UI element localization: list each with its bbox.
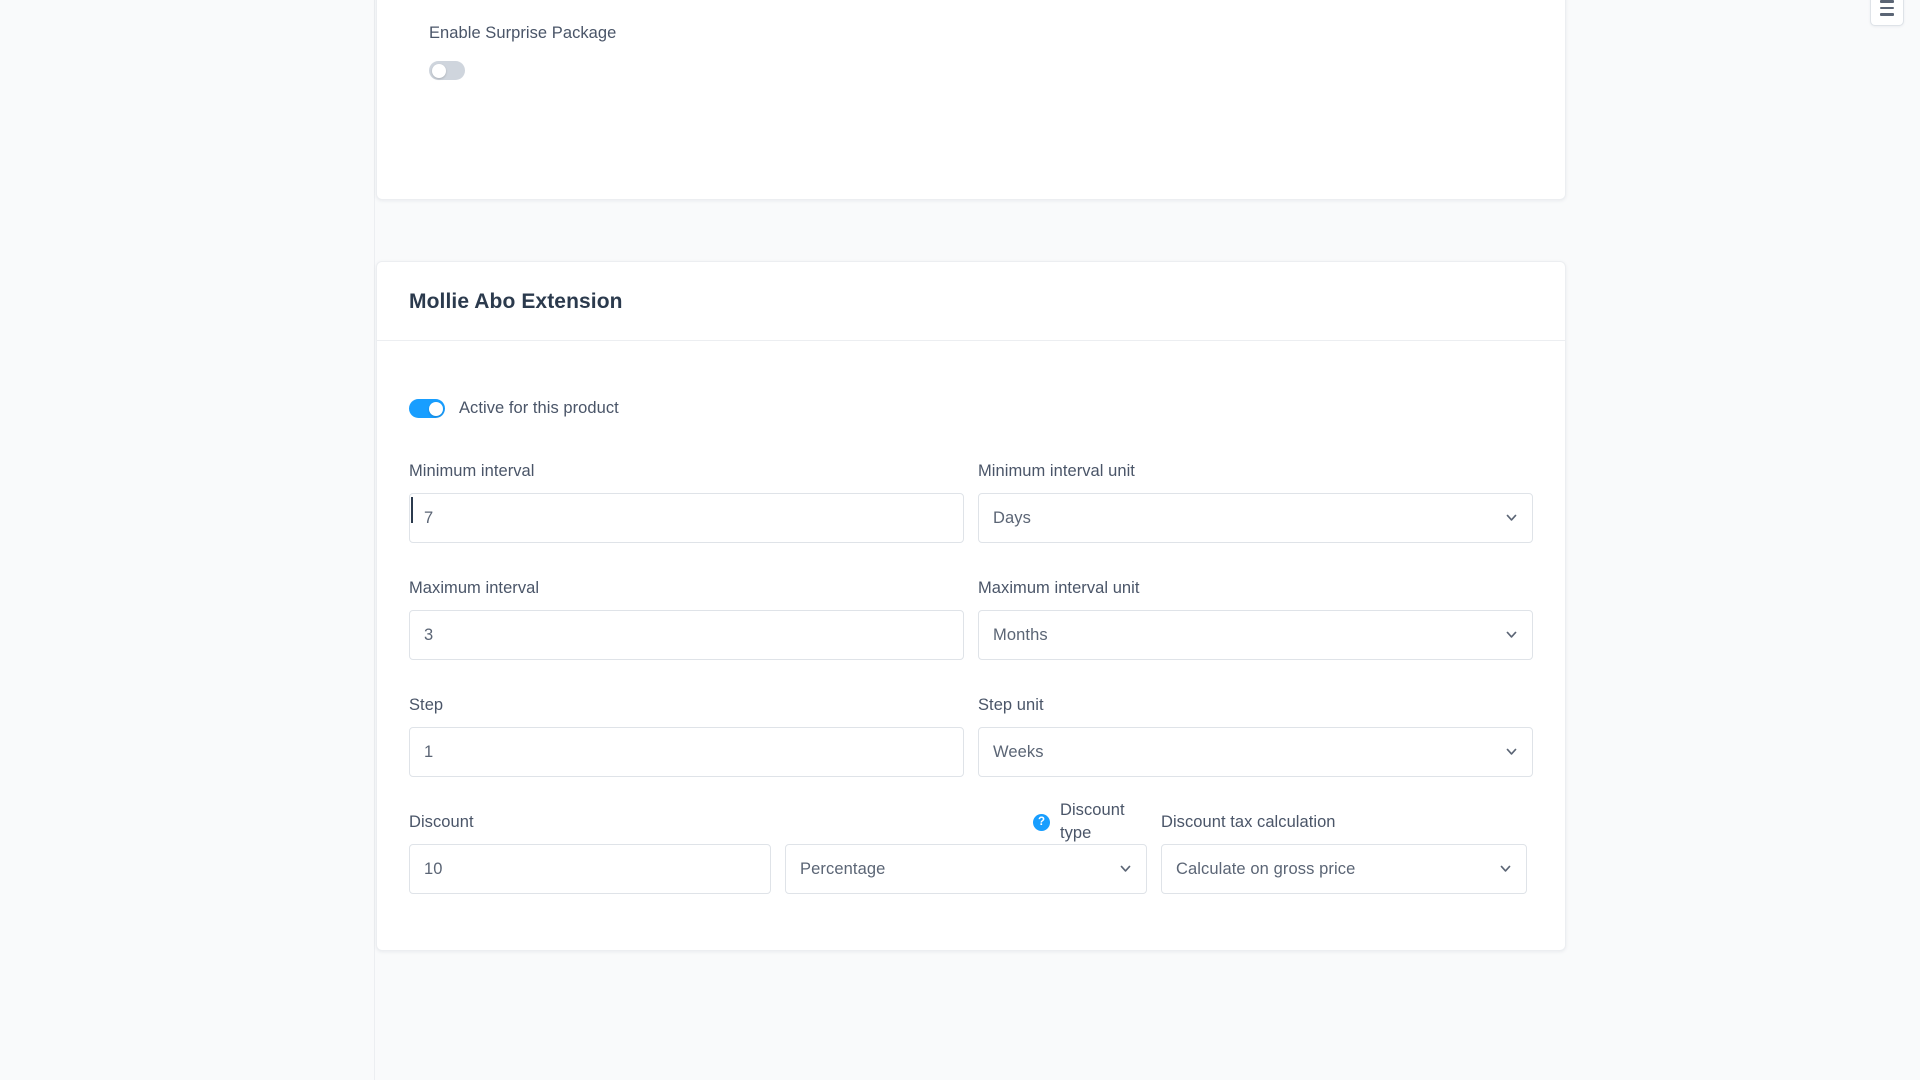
surprise-package-card: Surprise Package Heavy Duty Bottle Bottl… <box>376 0 1566 200</box>
discount-row: Discount 10 ? Discount type Percentage D… <box>409 801 1533 895</box>
step-group: Step 1 <box>409 694 964 778</box>
minimum-interval-value: 7 <box>424 508 434 527</box>
step-unit-select[interactable]: Weeks <box>978 727 1533 778</box>
chevron-down-icon <box>1505 628 1518 641</box>
discount-tax-calculation-select[interactable]: Calculate on gross price <box>1161 844 1527 895</box>
list-menu-icon-button[interactable] <box>1870 0 1904 26</box>
label-line: Step <box>409 694 964 716</box>
discount-input[interactable]: 10 <box>409 844 771 895</box>
discount-group: Discount 10 <box>409 811 771 895</box>
toggle-knob <box>431 63 446 78</box>
label-line: Minimum interval <box>409 460 964 482</box>
mollie-abo-extension-card: Mollie Abo Extension Active for this pro… <box>376 261 1566 952</box>
minimum-interval-row: Minimum interval 7 Minimum interval unit… <box>409 460 1533 544</box>
page-root: Surprise Package Heavy Duty Bottle Bottl… <box>0 0 1920 1080</box>
step-value: 1 <box>424 742 434 761</box>
maximum-interval-row: Maximum interval 3 Maximum interval unit… <box>409 577 1533 661</box>
label-line: Discount <box>409 811 771 833</box>
minimum-interval-label: Minimum interval <box>409 461 535 480</box>
text-caret <box>411 497 413 524</box>
list-menu-icon-bar <box>1880 0 1894 3</box>
step-input[interactable]: 1 <box>409 727 964 778</box>
page-title: Mollie Abo Extension <box>409 290 623 313</box>
step-unit-value: Weeks <box>993 742 1044 761</box>
active-for-product-toggle[interactable] <box>409 399 445 419</box>
discount-label: Discount <box>409 812 474 831</box>
discount-tax-calculation-group: Discount tax calculation Calculate on gr… <box>1161 811 1527 895</box>
maximum-interval-unit-group: Maximum interval unit Months <box>978 577 1533 661</box>
label-line: Minimum interval unit <box>978 460 1533 482</box>
maximum-interval-label: Maximum interval <box>409 578 540 597</box>
discount-type-value: Percentage <box>800 859 886 878</box>
enable-surprise-package-row <box>429 61 1513 81</box>
active-for-product-row: Active for this product <box>409 397 1533 420</box>
minimum-interval-group: Minimum interval 7 <box>409 460 964 544</box>
maximum-interval-input[interactable]: 3 <box>409 610 964 661</box>
help-circle-icon[interactable]: ? <box>1033 813 1050 831</box>
list-menu-icon-bar <box>1880 6 1894 10</box>
label-line: Maximum interval unit <box>978 577 1533 599</box>
chevron-down-icon <box>1505 511 1518 524</box>
enable-surprise-package-label: Enable Surprise Package <box>429 24 617 42</box>
minimum-interval-unit-select[interactable]: Days <box>978 493 1533 544</box>
chevron-down-icon <box>1505 745 1518 758</box>
toggle-knob <box>428 401 443 416</box>
step-unit-label: Step unit <box>978 695 1044 714</box>
label-line: ? Discount type <box>785 801 1147 842</box>
minimum-interval-unit-label: Minimum interval unit <box>978 461 1135 480</box>
list-menu-icon-bar <box>1880 13 1894 16</box>
chevron-down-icon <box>1499 862 1512 875</box>
discount-tax-calculation-label: Discount tax calculation <box>1161 812 1336 831</box>
enable-surprise-package-toggle[interactable] <box>429 61 465 81</box>
minimum-interval-input[interactable]: 7 <box>409 493 964 544</box>
active-for-product-label: Active for this product <box>459 399 619 417</box>
maximum-interval-unit-select[interactable]: Months <box>978 610 1533 661</box>
label-line: Step unit <box>978 694 1533 716</box>
step-label: Step <box>409 695 444 714</box>
step-unit-group: Step unit Weeks <box>978 694 1533 778</box>
label-line: Discount tax calculation <box>1161 811 1527 833</box>
label-line: Maximum interval <box>409 577 964 599</box>
minimum-interval-unit-group: Minimum interval unit Days <box>978 460 1533 544</box>
discount-type-select[interactable]: Percentage <box>785 844 1147 895</box>
right-gutter <box>1566 0 1920 1080</box>
chevron-down-icon <box>1119 862 1132 875</box>
card-header: Mollie Abo Extension <box>377 262 1565 341</box>
left-gutter <box>0 0 375 1080</box>
step-row: Step 1 Step unit Weeks <box>409 694 1533 778</box>
surprise-package-body: Enable Surprise Package <box>377 0 1565 81</box>
discount-type-group: ? Discount type Percentage <box>785 801 1147 895</box>
maximum-interval-value: 3 <box>424 625 434 644</box>
minimum-interval-unit-value: Days <box>993 508 1031 527</box>
discount-tax-calculation-value: Calculate on gross price <box>1176 859 1356 878</box>
maximum-interval-group: Maximum interval 3 <box>409 577 964 661</box>
content-column: Surprise Package Heavy Duty Bottle Bottl… <box>376 0 1566 952</box>
maximum-interval-unit-value: Months <box>993 625 1048 644</box>
discount-type-label: Discount type <box>1060 801 1125 843</box>
card-body: Active for this product Minimum interval… <box>377 341 1565 950</box>
maximum-interval-unit-label: Maximum interval unit <box>978 578 1140 597</box>
discount-value: 10 <box>424 859 443 878</box>
